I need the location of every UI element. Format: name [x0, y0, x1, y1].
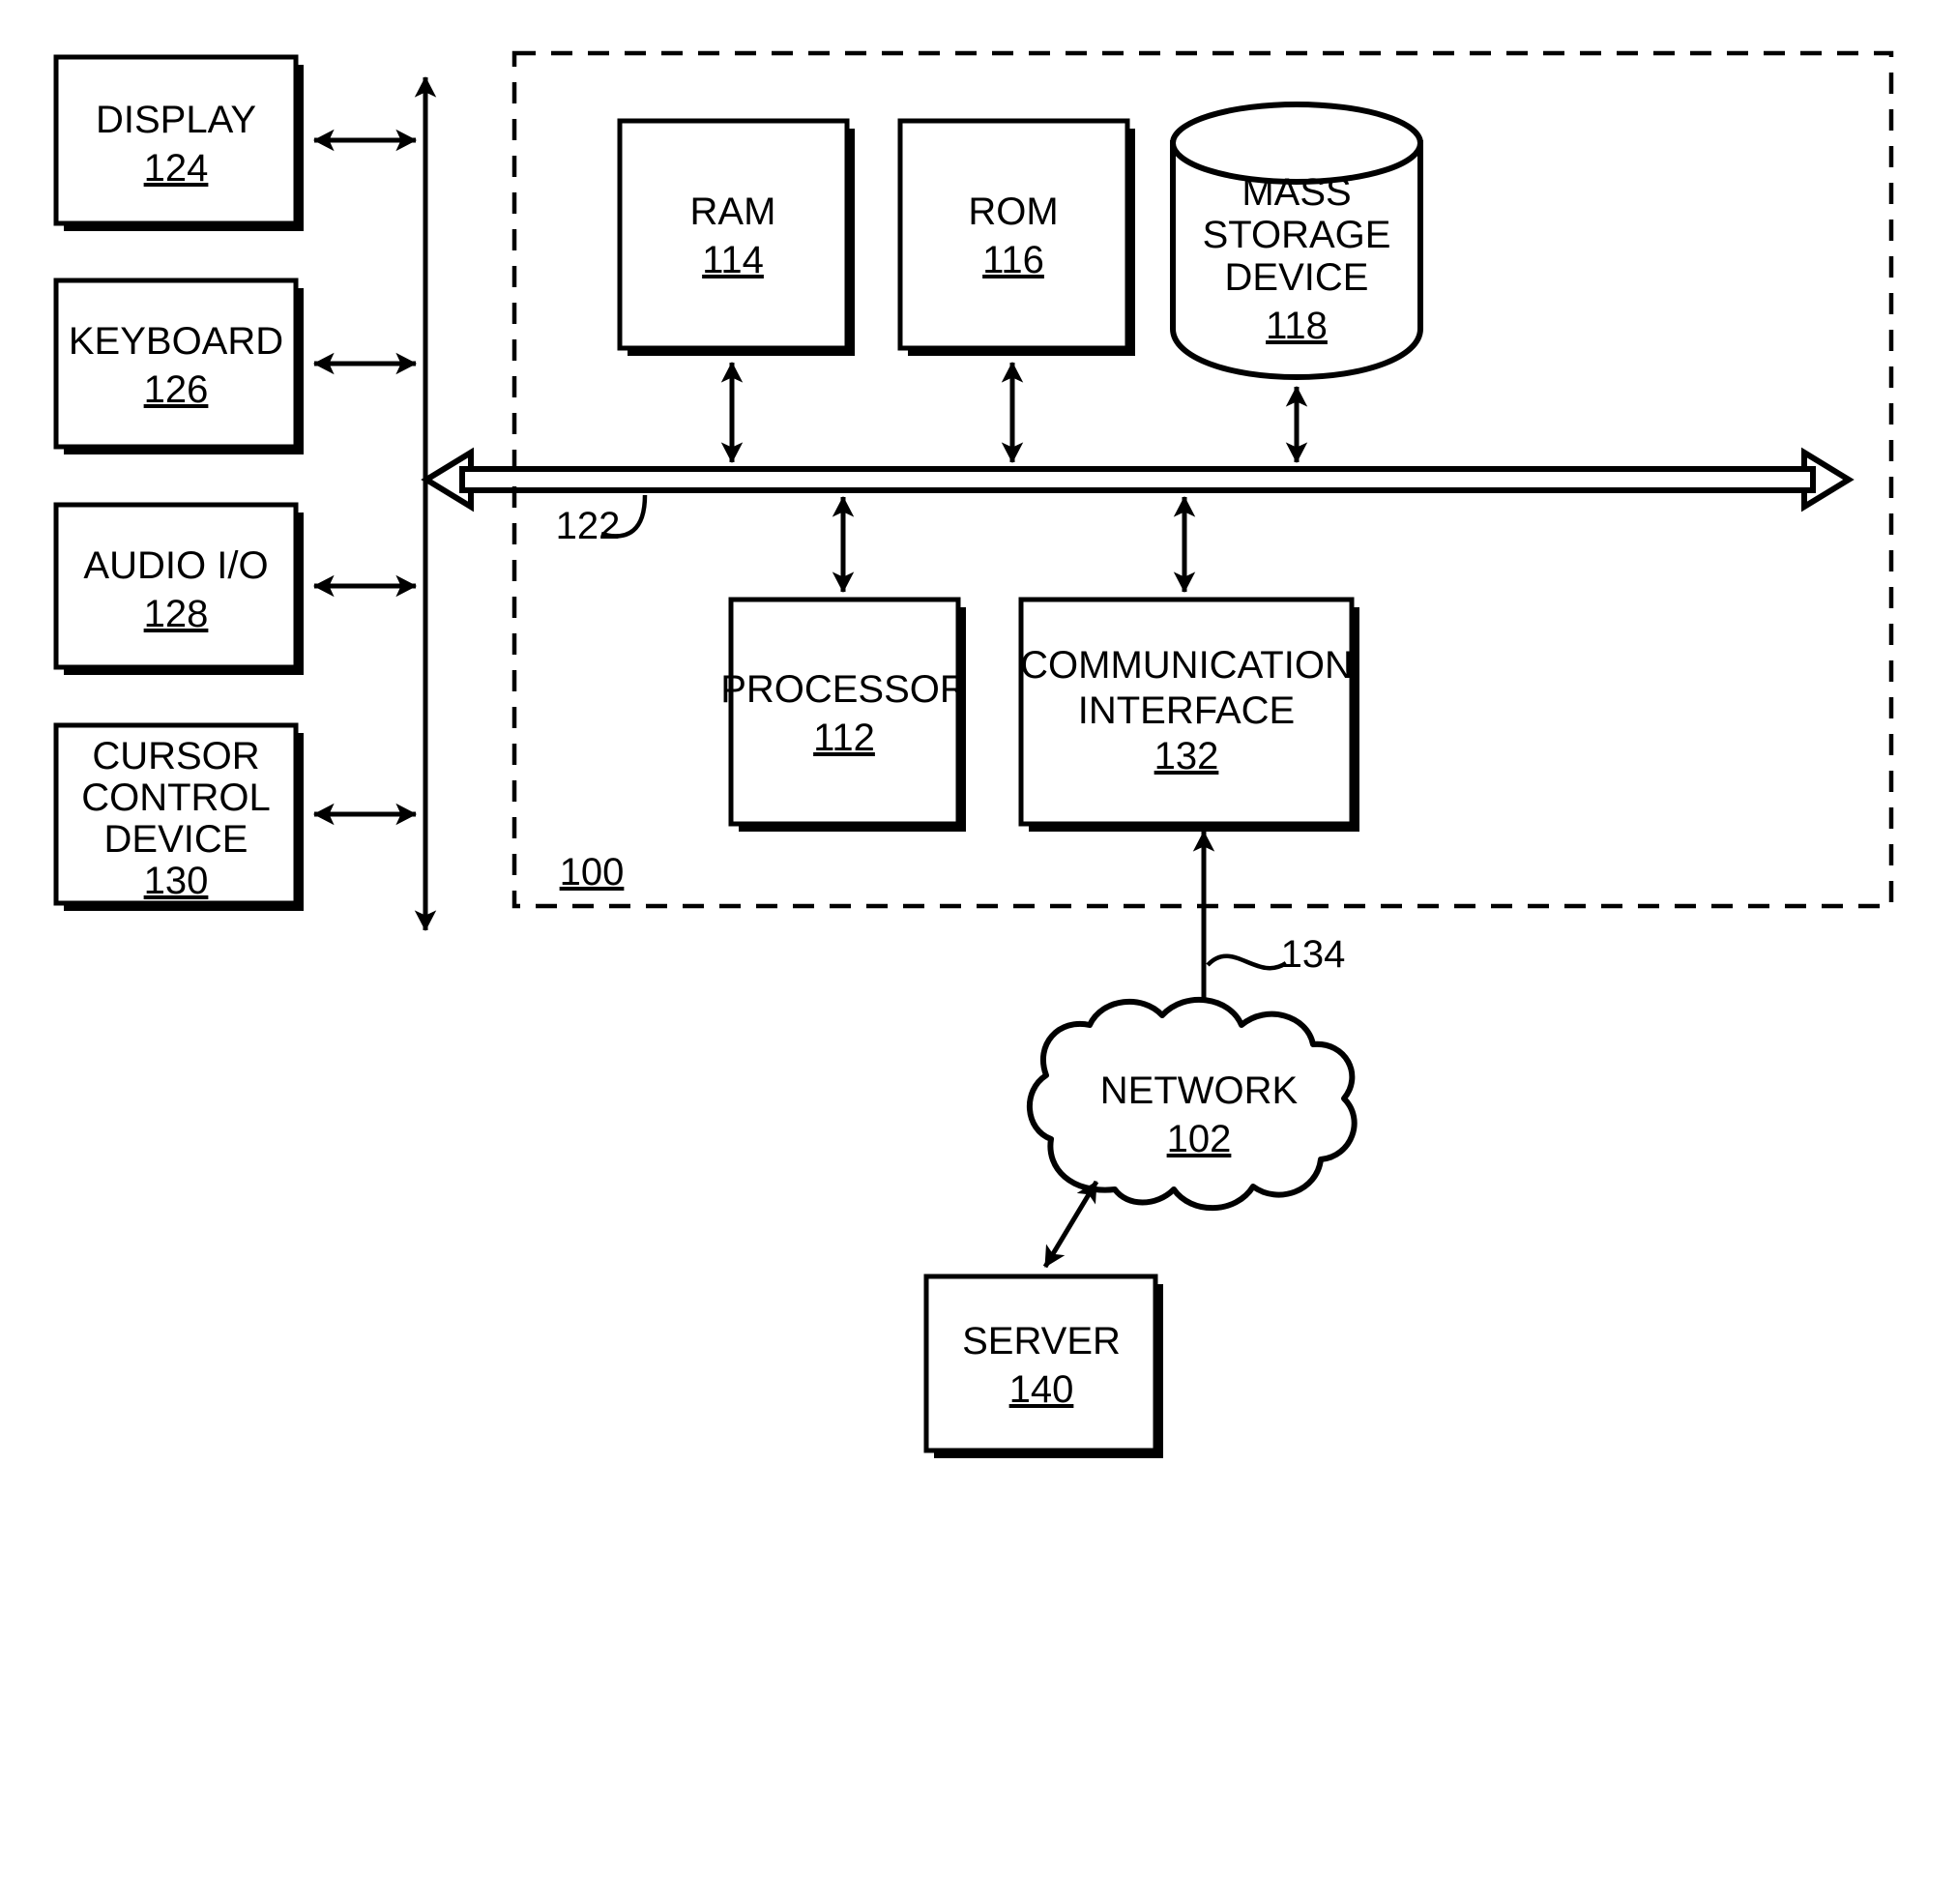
figure-canvas: 100 DISPLAY 124 KEYBOARD 126 AUDIO I/O 1… — [0, 0, 1957, 1904]
memory-box-ram: RAM 114 — [617, 118, 855, 356]
rom-ref: 116 — [982, 239, 1044, 281]
peripheral-box-cursor-control-device: CURSOR CONTROL DEVICE 130 — [53, 722, 304, 911]
server-ref: 140 — [1009, 1368, 1074, 1411]
network-cloud: NETWORK 102 — [1027, 996, 1358, 1212]
audio-io-ref: 128 — [144, 593, 209, 635]
keyboard-ref: 126 — [144, 368, 209, 411]
network-ref: 102 — [1167, 1118, 1232, 1160]
memory-cylinder-mass-storage: MASS STORAGE DEVICE 118 — [1170, 102, 1423, 381]
ram-ref: 114 — [702, 239, 764, 281]
bus-ref-label: 122 — [556, 505, 621, 547]
display-ref: 124 — [144, 147, 209, 190]
communication-interface-label-line1: COMMUNICATION — [1020, 644, 1353, 687]
communication-interface-label-line2: INTERFACE — [1078, 689, 1295, 732]
mass-storage-label-line1: MASS — [1241, 171, 1351, 214]
communication-interface-ref: 132 — [1154, 735, 1219, 777]
cursor-control-ref: 130 — [144, 860, 209, 902]
system-ref-label: 100 — [560, 851, 625, 893]
cursor-control-label-line3: DEVICE — [104, 818, 248, 861]
network-link-leader — [1206, 953, 1288, 971]
keyboard-label: KEYBOARD — [69, 320, 283, 363]
mass-storage-label-line3: DEVICE — [1225, 256, 1369, 299]
server-label: SERVER — [962, 1320, 1121, 1362]
peripheral-box-audio-io: AUDIO I/O 128 — [53, 502, 304, 675]
mass-storage-ref: 118 — [1266, 305, 1328, 347]
bus-arrowhead-left — [421, 447, 474, 513]
processor-label: PROCESSOR — [720, 668, 968, 711]
processor-ref: 112 — [813, 717, 875, 759]
network-label: NETWORK — [1100, 1069, 1299, 1112]
cursor-control-label-line1: CURSOR — [92, 735, 259, 777]
rom-label: ROM — [968, 190, 1058, 233]
connector-server-to-network — [1042, 1180, 1099, 1269]
block-diagram: 100 DISPLAY 124 KEYBOARD 126 AUDIO I/O 1… — [53, 50, 1894, 1458]
cursor-control-label-line2: CONTROL — [81, 776, 271, 819]
display-label: DISPLAY — [96, 99, 256, 141]
peripheral-box-display: DISPLAY 124 — [53, 54, 304, 231]
peripheral-box-keyboard: KEYBOARD 126 — [53, 278, 304, 454]
compute-box-communication-interface: COMMUNICATION INTERFACE 132 — [1018, 597, 1359, 832]
system-bus — [421, 447, 1855, 513]
mass-storage-label-line2: STORAGE — [1203, 214, 1391, 256]
ram-label: RAM — [690, 190, 776, 233]
memory-box-rom: ROM 116 — [897, 118, 1135, 356]
network-link-ref-label: 134 — [1281, 933, 1346, 976]
bus-arrowhead-right — [1801, 447, 1855, 513]
audio-io-label: AUDIO I/O — [83, 544, 268, 587]
compute-box-processor: PROCESSOR 112 — [720, 597, 968, 832]
external-box-server: SERVER 140 — [923, 1274, 1163, 1458]
